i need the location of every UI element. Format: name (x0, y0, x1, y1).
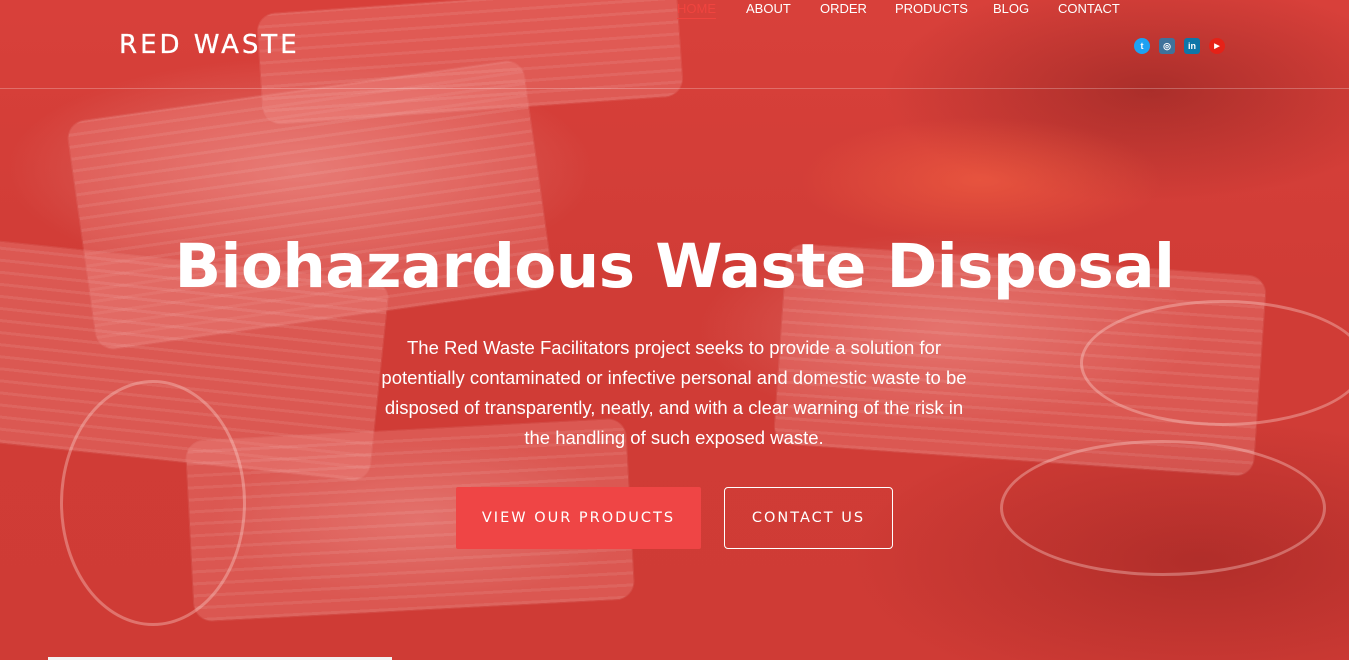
nav-item-products[interactable]: PRODUCTS (895, 0, 968, 18)
instagram-icon[interactable]: ◎ (1159, 38, 1175, 54)
hero-description: The Red Waste Facilitators project seeks… (381, 337, 967, 448)
view-products-button[interactable]: VIEW OUR PRODUCTS (456, 487, 701, 549)
brand-logo[interactable]: RED WASTE (119, 31, 300, 59)
nav-item-home[interactable]: HOME (677, 0, 716, 19)
nav-item-blog[interactable]: BLOG (993, 0, 1029, 18)
nav-item-order[interactable]: ORDER (820, 0, 867, 18)
hero-title: Biohazardous Waste Disposal (174, 231, 1175, 302)
nav-item-about[interactable]: ABOUT (746, 0, 791, 18)
linkedin-icon[interactable]: in (1184, 38, 1200, 54)
top-navigation-bar: RED WASTE HOME ABOUT ORDER PRODUCTS BLOG… (0, 0, 1349, 89)
mask-strap (60, 380, 246, 626)
mask-strap (1080, 300, 1349, 426)
hero-background (0, 0, 1349, 660)
mask-strap (1000, 440, 1326, 576)
youtube-icon[interactable]: ▶ (1209, 38, 1225, 54)
twitter-icon[interactable]: t (1134, 38, 1150, 54)
contact-us-button[interactable]: CONTACT US (724, 487, 893, 549)
nav-item-contact[interactable]: CONTACT (1058, 0, 1120, 18)
